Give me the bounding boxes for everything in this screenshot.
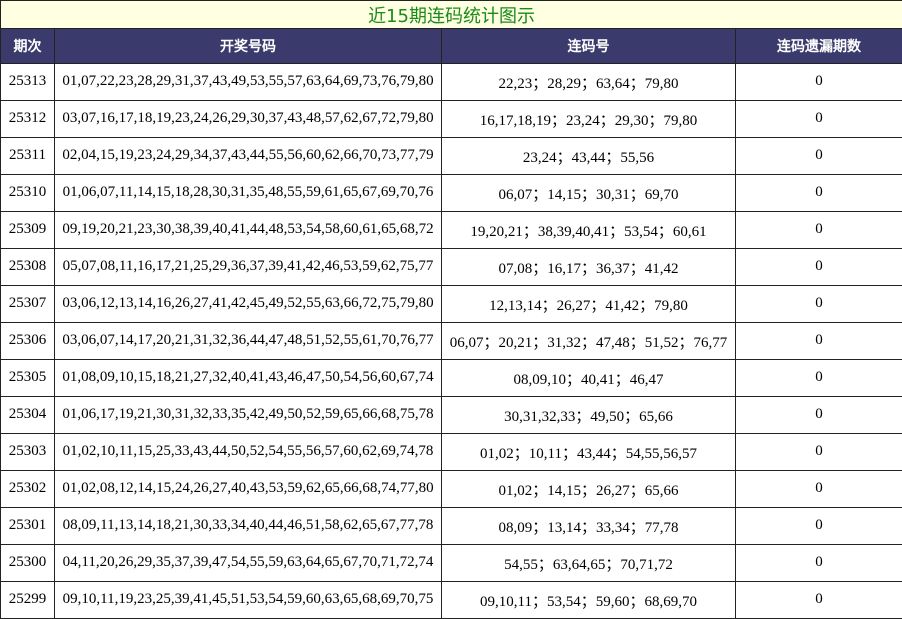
issue-cell: 25299 [0, 581, 55, 619]
consecutive-numbers-cell: 30,31,32,33；49,50；65,66 [441, 396, 736, 434]
issue-cell: 25302 [0, 470, 55, 508]
miss-count-cell: 0 [734, 285, 902, 323]
issue-cell: 25306 [0, 322, 55, 360]
consecutive-numbers-cell: 22,23；28,29；63,64；79,80 [441, 63, 736, 101]
miss-count-cell: 0 [734, 581, 902, 619]
table-row: 25307 03,06,12,13,14,16,26,27,41,42,45,49… [0, 285, 902, 323]
issue-cell: 25307 [0, 285, 55, 323]
draw-numbers-cell: 01,06,17,19,21,30,31,32,33,35,42,49,50,5… [54, 396, 442, 434]
consecutive-numbers-cell: 06,07；20,21；31,32；47,48；51,52；76,77 [441, 322, 736, 360]
miss-count-cell: 0 [734, 470, 902, 508]
miss-count-cell: 0 [734, 63, 902, 101]
issue-cell: 25313 [0, 63, 55, 101]
table-row: 25300 04,11,20,26,29,35,37,39,47,54,55,59… [0, 544, 902, 582]
miss-count-cell: 0 [734, 359, 902, 397]
draw-numbers-cell: 02,04,15,19,23,24,29,34,37,43,44,55,56,6… [54, 137, 442, 175]
table-row: 25310 01,06,07,11,14,15,18,28,30,31,35,48… [0, 174, 902, 212]
consecutive-numbers-cell: 09,10,11；53,54；59,60；68,69,70 [441, 581, 736, 619]
draw-numbers-cell: 08,09,11,13,14,18,21,30,33,34,40,44,46,5… [54, 507, 442, 545]
consecutive-numbers-cell: 06,07；14,15；30,31；69,70 [441, 174, 736, 212]
issue-cell: 25311 [0, 137, 55, 175]
table-row: 25299 09,10,11,19,23,25,39,41,45,51,53,54… [0, 581, 902, 619]
consecutive-numbers-cell: 01,02；14,15；26,27；65,66 [441, 470, 736, 508]
consecutive-numbers-cell: 12,13,14；26,27；41,42；79,80 [441, 285, 736, 323]
draw-numbers-cell: 03,07,16,17,18,19,23,24,26,29,30,37,43,4… [54, 100, 442, 138]
stats-page: 近15期连码统计图示 期次 开奖号码 连码号 连码遗漏期数 25313 01,07… [0, 0, 902, 619]
table-row: 25305 01,08,09,10,15,18,21,27,32,40,41,43… [0, 359, 902, 397]
draw-numbers-cell: 04,11,20,26,29,35,37,39,47,54,55,59,63,6… [54, 544, 442, 582]
issue-cell: 25303 [0, 433, 55, 471]
miss-count-cell: 0 [734, 396, 902, 434]
issue-cell: 25308 [0, 248, 55, 286]
miss-count-cell: 0 [734, 322, 902, 360]
miss-count-cell: 0 [734, 433, 902, 471]
column-header-consecutive-numbers: 连码号 [441, 28, 736, 64]
table-row: 25312 03,07,16,17,18,19,23,24,26,29,30,37… [0, 100, 902, 138]
draw-numbers-cell: 01,02,08,12,14,15,24,26,27,40,43,53,59,6… [54, 470, 442, 508]
issue-cell: 25301 [0, 507, 55, 545]
miss-count-cell: 0 [734, 248, 902, 286]
draw-numbers-cell: 01,06,07,11,14,15,18,28,30,31,35,48,55,5… [54, 174, 442, 212]
consecutive-numbers-cell: 08,09,10；40,41；46,47 [441, 359, 736, 397]
miss-count-cell: 0 [734, 544, 902, 582]
table-row: 25308 05,07,08,11,16,17,21,25,29,36,37,39… [0, 248, 902, 286]
table-row: 25313 01,07,22,23,28,29,31,37,43,49,53,55… [0, 63, 902, 101]
table-row: 25302 01,02,08,12,14,15,24,26,27,40,43,53… [0, 470, 902, 508]
issue-cell: 25312 [0, 100, 55, 138]
consecutive-numbers-cell: 16,17,18,19；23,24；29,30；79,80 [441, 100, 736, 138]
draw-numbers-cell: 01,08,09,10,15,18,21,27,32,40,41,43,46,4… [54, 359, 442, 397]
draw-numbers-cell: 03,06,07,14,17,20,21,31,32,36,44,47,48,5… [54, 322, 442, 360]
issue-cell: 25310 [0, 174, 55, 212]
miss-count-cell: 0 [734, 137, 902, 175]
header-row: 期次 开奖号码 连码号 连码遗漏期数 [0, 28, 902, 64]
draw-numbers-cell: 01,07,22,23,28,29,31,37,43,49,53,55,57,6… [54, 63, 442, 101]
table-row: 25309 09,19,20,21,23,30,38,39,40,41,44,48… [0, 211, 902, 249]
table-row: 25306 03,06,07,14,17,20,21,31,32,36,44,47… [0, 322, 902, 360]
column-header-issue: 期次 [0, 28, 55, 64]
column-header-draw-numbers: 开奖号码 [54, 28, 442, 64]
consecutive-numbers-cell: 08,09；13,14；33,34；77,78 [441, 507, 736, 545]
table-row: 25303 01,02,10,11,15,25,33,43,44,50,52,54… [0, 433, 902, 471]
title-row: 近15期连码统计图示 [0, 0, 902, 29]
table-row: 25301 08,09,11,13,14,18,21,30,33,34,40,44… [0, 507, 902, 545]
draw-numbers-cell: 09,10,11,19,23,25,39,41,45,51,53,54,59,6… [54, 581, 442, 619]
consecutive-numbers-cell: 54,55；63,64,65；70,71,72 [441, 544, 736, 582]
miss-count-cell: 0 [734, 211, 902, 249]
draw-numbers-cell: 03,06,12,13,14,16,26,27,41,42,45,49,52,5… [54, 285, 442, 323]
issue-cell: 25309 [0, 211, 55, 249]
draw-numbers-cell: 09,19,20,21,23,30,38,39,40,41,44,48,53,5… [54, 211, 442, 249]
miss-count-cell: 0 [734, 174, 902, 212]
column-header-miss-count: 连码遗漏期数 [734, 28, 902, 64]
draw-numbers-cell: 01,02,10,11,15,25,33,43,44,50,52,54,55,5… [54, 433, 442, 471]
issue-cell: 25305 [0, 359, 55, 397]
consecutive-numbers-cell: 23,24；43,44；55,56 [441, 137, 736, 175]
table-row: 25311 02,04,15,19,23,24,29,34,37,43,44,55… [0, 137, 902, 175]
miss-count-cell: 0 [734, 507, 902, 545]
consecutive-numbers-cell: 07,08；16,17；36,37；41,42 [441, 248, 736, 286]
table-row: 25304 01,06,17,19,21,30,31,32,33,35,42,49… [0, 396, 902, 434]
issue-cell: 25304 [0, 396, 55, 434]
miss-count-cell: 0 [734, 100, 902, 138]
consecutive-number-table: 近15期连码统计图示 期次 开奖号码 连码号 连码遗漏期数 25313 01,07… [0, 0, 902, 619]
table-title: 近15期连码统计图示 [0, 0, 902, 29]
issue-cell: 25300 [0, 544, 55, 582]
consecutive-numbers-cell: 19,20,21；38,39,40,41；53,54；60,61 [441, 211, 736, 249]
consecutive-numbers-cell: 01,02；10,11；43,44；54,55,56,57 [441, 433, 736, 471]
draw-numbers-cell: 05,07,08,11,16,17,21,25,29,36,37,39,41,4… [54, 248, 442, 286]
